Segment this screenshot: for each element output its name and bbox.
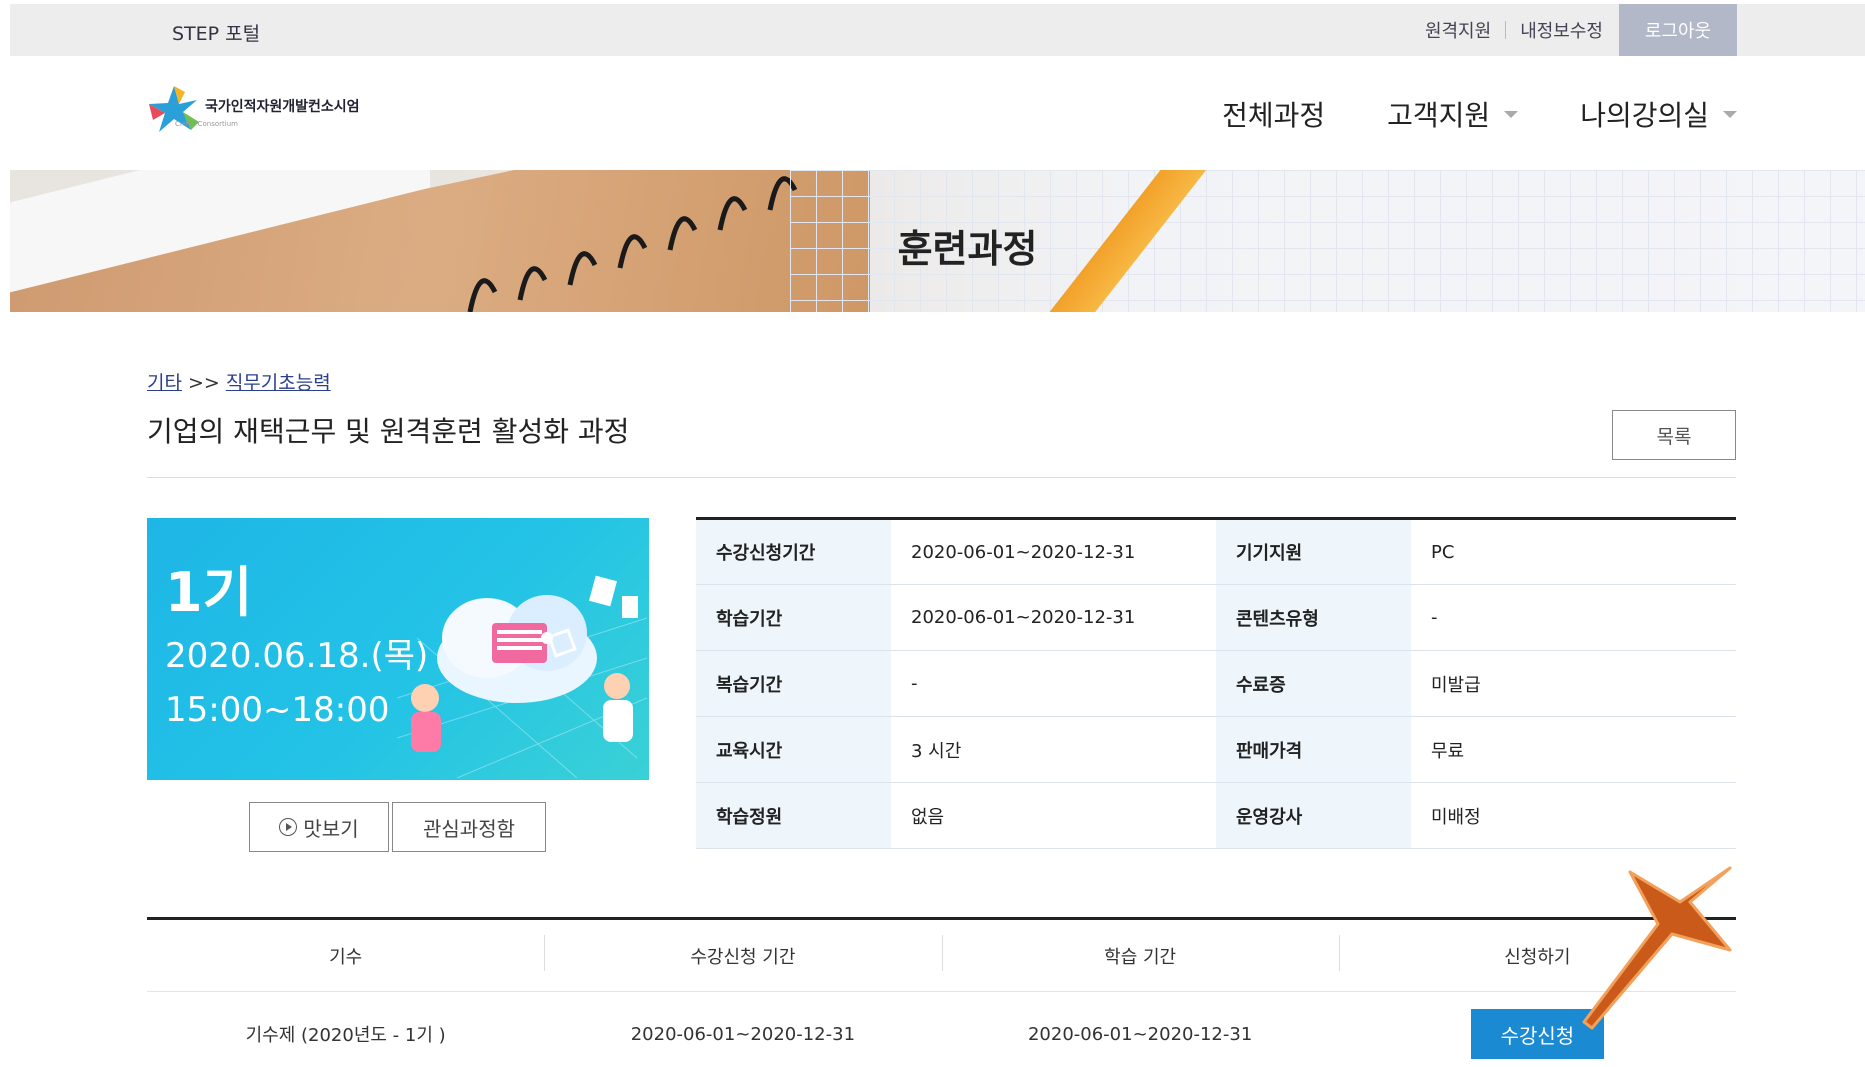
info-value: 3 시간 (891, 716, 1216, 783)
header-round: 기수 (329, 946, 363, 968)
table-row: 기수제 (2020년도 - 1기 ) 2020-06-01~2020-12-31… (147, 992, 1736, 1067)
logo-title: 국가인적자원개발컨소시엄 (205, 99, 360, 115)
nav-label: 고객지원 (1387, 99, 1491, 132)
header-study-period: 학습 기간 (941, 934, 1339, 971)
divider (1505, 21, 1507, 39)
page: STEP 포털 원격지원 내정보수정 로그아웃 국가인적자원개발컨소시엄 CHR… (0, 0, 1865, 1067)
preview-label: 맛보기 (303, 816, 359, 841)
info-value: 2020-06-01~2020-12-31 (891, 518, 1216, 585)
info-row: 학습정원 없음 운영강사 미배정 (696, 782, 1736, 849)
top-utility-bar: STEP 포털 원격지원 내정보수정 로그아웃 (10, 4, 1865, 56)
nav-all-courses[interactable]: 전체과정 (1222, 94, 1325, 134)
list-button[interactable]: 목록 (1612, 410, 1736, 460)
info-value: 미배정 (1411, 782, 1736, 849)
info-row: 학습기간 2020-06-01~2020-12-31 콘텐츠유형 - (696, 584, 1736, 651)
nav-label: 전체과정 (1222, 99, 1326, 132)
info-key: 학습정원 (696, 782, 891, 849)
header-apply-period: 수강신청 기간 (544, 934, 941, 971)
thumbnail-round: 1기 (165, 561, 253, 624)
info-value: 미발급 (1411, 650, 1736, 717)
breadcrumb-level1[interactable]: 기타 (147, 372, 182, 394)
info-value: 무료 (1411, 716, 1736, 783)
info-value: - (891, 650, 1216, 717)
info-value: - (1411, 584, 1736, 651)
cell-study-period: 2020-06-01~2020-12-31 (1027, 1023, 1253, 1045)
info-row: 수강신청기간 2020-06-01~2020-12-31 기기지원 PC (696, 518, 1736, 585)
thumbnail-time: 15:00~18:00 (165, 690, 390, 730)
hero-banner: 훈련과정 (10, 170, 1865, 312)
preview-button[interactable]: 맛보기 (249, 802, 389, 852)
info-key: 수료증 (1216, 650, 1411, 717)
step-portal-link[interactable]: STEP 포털 (172, 19, 260, 46)
info-key: 학습기간 (696, 584, 891, 651)
info-row: 교육시간 3 시간 판매가격 무료 (696, 716, 1736, 783)
cloud-illustration-icon (397, 575, 647, 778)
info-key: 수강신청기간 (696, 518, 891, 585)
cell-apply-period: 2020-06-01~2020-12-31 (630, 1023, 856, 1045)
edit-profile-link[interactable]: 내정보수정 (1520, 17, 1603, 43)
pointer-arrow-icon (1582, 866, 1732, 1030)
nav-my-classroom[interactable]: 나의강의실 (1580, 94, 1737, 134)
info-row: 복습기간 - 수료증 미발급 (696, 650, 1736, 717)
hero-title: 훈련과정 (897, 227, 1038, 271)
course-thumbnail: 1기 2020.06.18.(목) 15:00~18:00 (147, 518, 649, 780)
site-logo[interactable]: 국가인적자원개발컨소시엄 CHRD Consortium (145, 82, 385, 142)
site-header: 국가인적자원개발컨소시엄 CHRD Consortium 전체과정 고객지원 나… (10, 56, 1865, 170)
chevron-down-icon (1504, 110, 1519, 118)
remote-support-link[interactable]: 원격지원 (1425, 17, 1491, 43)
info-value: 2020-06-01~2020-12-31 (891, 584, 1216, 651)
logout-button[interactable]: 로그아웃 (1619, 4, 1737, 56)
breadcrumb-separator: >> (187, 372, 220, 394)
nav-label: 나의강의실 (1580, 99, 1709, 132)
info-key: 복습기간 (696, 650, 891, 717)
info-key: 콘텐츠유형 (1216, 584, 1411, 651)
course-title: 기업의 재택근무 및 원격훈련 활성화 과정 (147, 415, 630, 448)
logo-subtitle: CHRD Consortium (175, 120, 238, 128)
breadcrumb: 기타 >> 직무기초능력 (147, 368, 331, 395)
star-logo-icon (149, 86, 199, 132)
schedule-table: 기수 수강신청 기간 학습 기간 신청하기 기수제 (2020년도 - 1기 )… (147, 917, 1736, 1067)
info-key: 판매가격 (1216, 716, 1411, 783)
play-icon (279, 818, 298, 836)
nav-customer-support[interactable]: 고객지원 (1387, 94, 1519, 134)
breadcrumb-level2[interactable]: 직무기초능력 (226, 372, 331, 394)
thumbnail-date: 2020.06.18.(목) (165, 636, 429, 676)
title-divider (147, 477, 1736, 478)
info-key: 기기지원 (1216, 518, 1411, 585)
info-key: 운영강사 (1216, 782, 1411, 849)
info-value: PC (1411, 518, 1736, 585)
info-key: 교육시간 (696, 716, 891, 783)
interest-course-button[interactable]: 관심과정함 (392, 802, 546, 852)
schedule-header: 기수 수강신청 기간 학습 기간 신청하기 (147, 920, 1736, 992)
course-info-table: 수강신청기간 2020-06-01~2020-12-31 기기지원 PC 학습기… (696, 517, 1736, 849)
cell-round: 기수제 (2020년도 - 1기 ) (245, 1025, 446, 1046)
info-value: 없음 (891, 782, 1216, 849)
chevron-down-icon (1723, 110, 1737, 118)
utility-links: 원격지원 내정보수정 (1425, 4, 1603, 56)
main-navigation: 전체과정 고객지원 나의강의실 (1160, 94, 1737, 134)
